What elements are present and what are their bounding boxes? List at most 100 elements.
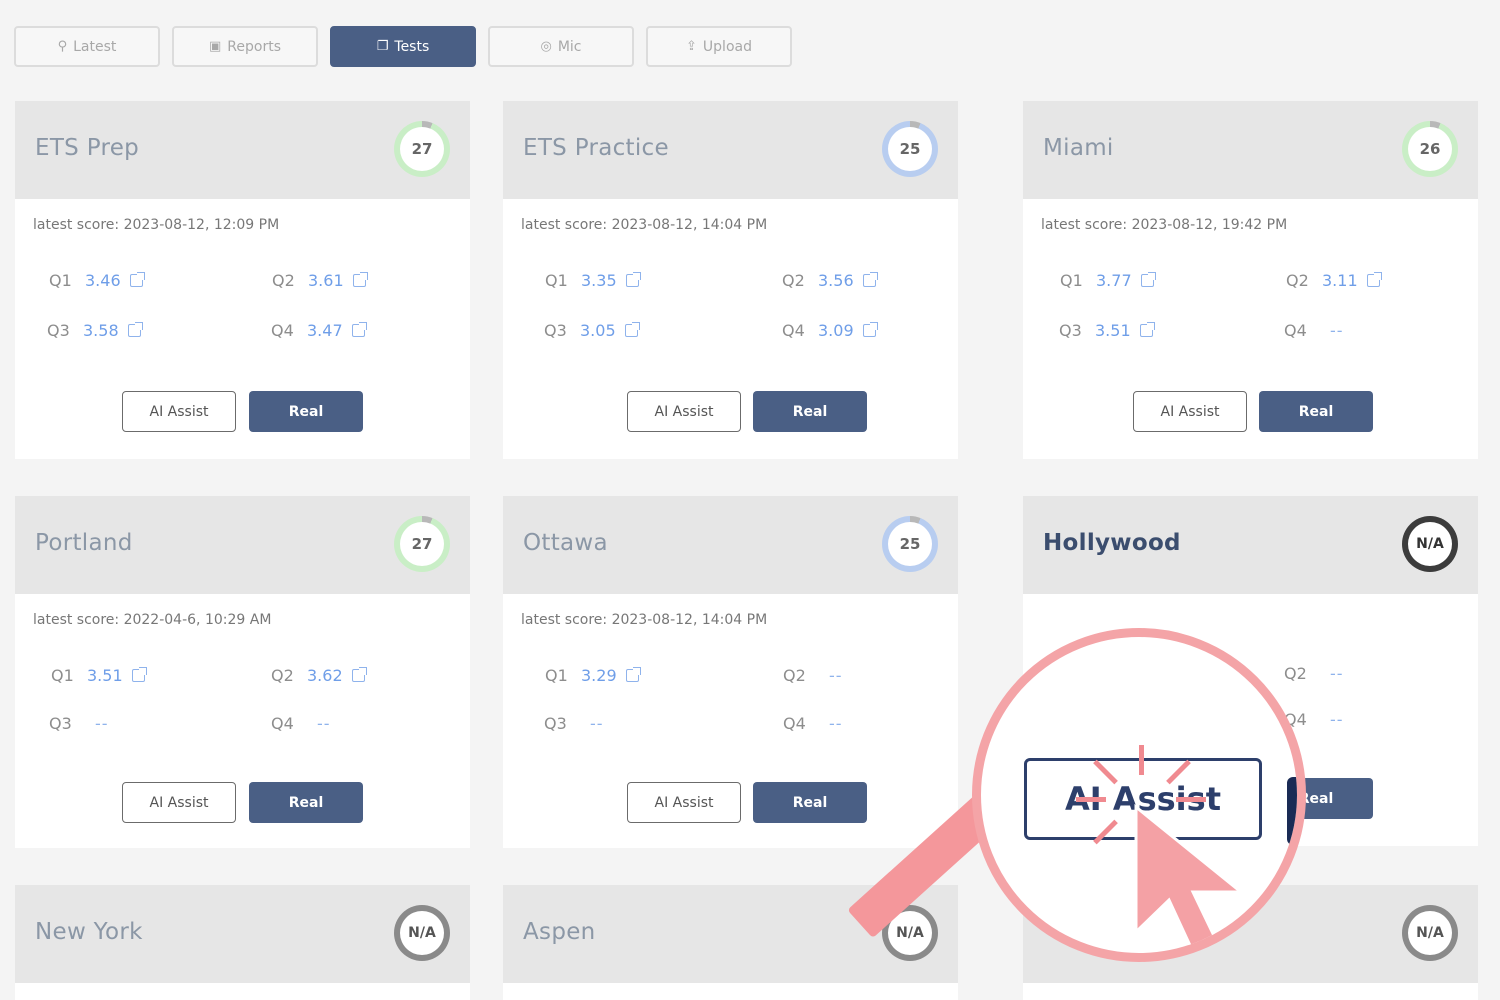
magnifier-callout: eal AI Assist — [972, 628, 1306, 962]
ai-assist-button[interactable]: AI Assist — [627, 391, 741, 432]
tests-icon: ❐ — [376, 39, 389, 54]
external-link-icon[interactable] — [1140, 272, 1156, 287]
test-card-miami: Miami 26 latest score: 2023-08-12, 19:42… — [1023, 101, 1478, 459]
external-link-icon[interactable] — [862, 322, 878, 337]
q2-row: Q2 3.62 — [271, 666, 367, 685]
q1-score-link[interactable]: 3.77 — [1096, 271, 1132, 290]
external-link-icon[interactable] — [129, 272, 145, 287]
external-link-icon[interactable] — [625, 272, 641, 287]
q3-row: Q3 3.51 — [1059, 321, 1155, 340]
q4-row: Q4 -- — [1284, 710, 1344, 729]
q3-score-link[interactable]: 3.51 — [1095, 321, 1131, 340]
q3-score-empty: -- — [590, 714, 604, 733]
ai-assist-button[interactable]: AI Assist — [122, 391, 236, 432]
count-value: N/A — [1408, 911, 1452, 955]
q1-row: Q1 3.29 — [545, 666, 641, 685]
q1-row: Q1 3.51 — [51, 666, 147, 685]
latest-score: latest score: 2023-08-12, 14:04 PM — [521, 612, 768, 628]
q3-row: Q3 -- — [49, 714, 109, 733]
tab-latest[interactable]: ⚲ Latest — [14, 26, 160, 67]
real-button[interactable]: Real — [1259, 391, 1373, 432]
q4-score-empty: -- — [829, 714, 843, 733]
card-header: New York N/A — [15, 885, 470, 983]
test-card-ets-prep: ETS Prep 27 latest score: 2023-08-12, 12… — [15, 101, 470, 459]
chart-icon: ▣ — [209, 39, 222, 54]
q1-row: Q1 3.46 — [49, 271, 145, 290]
latest-score: latest score: 2022-04-6, 10:29 AM — [33, 612, 272, 628]
count-value: 26 — [1408, 127, 1452, 171]
card-title: Miami — [1043, 135, 1114, 161]
q4-score-link[interactable]: 3.47 — [307, 321, 343, 340]
q2-score-link[interactable]: 3.61 — [308, 271, 344, 290]
q3-score-link[interactable]: 3.58 — [83, 321, 119, 340]
tab-bar: ⚲ Latest ▣ Reports ❐ Tests ◎ Mic ⇪ Upload — [14, 26, 792, 67]
q4-score-empty: -- — [317, 714, 331, 733]
external-link-icon[interactable] — [624, 322, 640, 337]
tab-mic[interactable]: ◎ Mic — [488, 26, 634, 67]
tab-reports[interactable]: ▣ Reports — [172, 26, 318, 67]
real-button[interactable]: Real — [249, 782, 363, 823]
card-header: Hollywood N/A — [1023, 496, 1478, 594]
external-link-icon[interactable] — [351, 322, 367, 337]
card-title: ETS Prep — [35, 135, 140, 161]
q4-row: Q4 3.47 — [271, 321, 367, 340]
test-card-new-york: New York N/A — [15, 885, 470, 1000]
q4-row: Q4 -- — [271, 714, 331, 733]
q2-score-link[interactable]: 3.11 — [1322, 271, 1358, 290]
ai-assist-button[interactable]: AI Assist — [627, 782, 741, 823]
ai-assist-button[interactable]: AI Assist — [122, 782, 236, 823]
q1-score-link[interactable]: 3.51 — [87, 666, 123, 685]
q4-row: Q4 -- — [1284, 321, 1344, 340]
click-burst-line — [1139, 745, 1144, 775]
external-link-icon[interactable] — [625, 667, 641, 682]
real-button[interactable]: Real — [753, 391, 867, 432]
q1-score-link[interactable]: 3.29 — [581, 666, 617, 685]
q3-score-empty: -- — [95, 714, 109, 733]
count-ring: N/A — [1402, 516, 1458, 572]
count-ring: N/A — [1402, 905, 1458, 961]
ai-assist-button[interactable]: AI Assist — [1133, 391, 1247, 432]
external-link-icon[interactable] — [352, 272, 368, 287]
cursor-arrow-icon — [1134, 803, 1246, 952]
q4-score-empty: -- — [1330, 710, 1344, 729]
count-value: N/A — [1408, 522, 1452, 566]
q3-row: Q3 -- — [544, 714, 604, 733]
card-header: ETS Prep 27 — [15, 101, 470, 199]
q1-score-link[interactable]: 3.46 — [85, 271, 121, 290]
count-value: 25 — [888, 127, 932, 171]
q4-score-empty: -- — [1330, 321, 1344, 340]
q3-score-link[interactable]: 3.05 — [580, 321, 616, 340]
external-link-icon[interactable] — [351, 667, 367, 682]
latest-score: latest score: 2023-08-12, 19:42 PM — [1041, 217, 1288, 233]
upload-icon: ⇪ — [686, 39, 697, 54]
card-title: Hollywood — [1043, 530, 1181, 556]
real-button[interactable]: Real — [249, 391, 363, 432]
q2-score-link[interactable]: 3.62 — [307, 666, 343, 685]
real-button[interactable]: Real — [753, 782, 867, 823]
count-ring: 27 — [394, 121, 450, 177]
tab-upload[interactable]: ⇪ Upload — [646, 26, 792, 67]
tab-tests[interactable]: ❐ Tests — [330, 26, 476, 67]
count-value: 25 — [888, 522, 932, 566]
count-ring: 25 — [882, 516, 938, 572]
q4-score-link[interactable]: 3.09 — [818, 321, 854, 340]
external-link-icon[interactable] — [127, 322, 143, 337]
q2-row: Q2 3.56 — [782, 271, 878, 290]
card-header: ETS Practice 25 — [503, 101, 958, 199]
external-link-icon[interactable] — [1366, 272, 1382, 287]
card-title: ETS Practice — [523, 135, 669, 161]
mic-icon: ◎ — [540, 39, 552, 54]
q2-score-link[interactable]: 3.56 — [818, 271, 854, 290]
card-header: Miami 26 — [1023, 101, 1478, 199]
q4-row: Q4 3.09 — [782, 321, 878, 340]
external-link-icon[interactable] — [862, 272, 878, 287]
latest-score: latest score: 2023-08-12, 12:09 PM — [33, 217, 280, 233]
q1-score-link[interactable]: 3.35 — [581, 271, 617, 290]
q3-row: Q3 3.58 — [47, 321, 143, 340]
count-ring: 25 — [882, 121, 938, 177]
external-link-icon[interactable] — [1139, 322, 1155, 337]
count-value: 27 — [400, 127, 444, 171]
pin-icon: ⚲ — [57, 39, 68, 54]
card-title: Ottawa — [523, 530, 608, 556]
external-link-icon[interactable] — [131, 667, 147, 682]
